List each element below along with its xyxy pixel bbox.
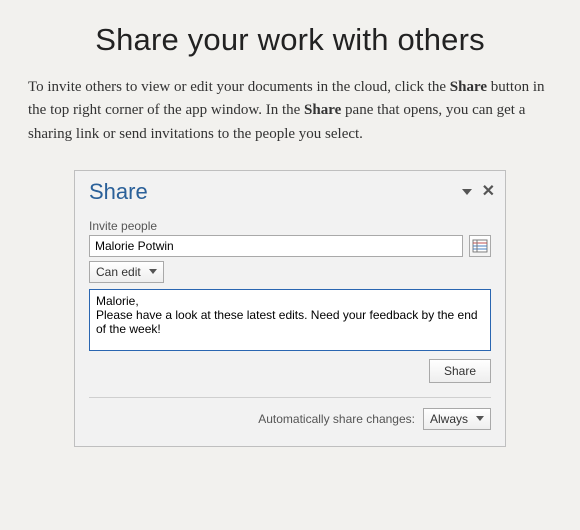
invite-name-input[interactable] <box>89 235 463 257</box>
page-heading: Share your work with others <box>0 22 580 58</box>
divider <box>89 397 491 398</box>
address-book-icon[interactable] <box>469 235 491 257</box>
share-pane: Share ✕ Invite people Can edit <box>74 170 506 447</box>
pane-menu-icon[interactable] <box>462 189 472 195</box>
permission-value: Can edit <box>96 265 141 279</box>
invite-people-label: Invite people <box>89 219 491 233</box>
para-bold-share-1: Share <box>450 79 487 95</box>
auto-share-dropdown[interactable]: Always <box>423 408 491 430</box>
chevron-down-icon <box>149 269 157 274</box>
auto-share-value: Always <box>430 412 468 426</box>
share-pane-title: Share <box>89 179 462 205</box>
share-button[interactable]: Share <box>429 359 491 383</box>
intro-paragraph: To invite others to view or edit your do… <box>28 76 552 146</box>
auto-share-label: Automatically share changes: <box>258 412 415 426</box>
message-textarea[interactable]: Malorie, Please have a look at these lat… <box>89 289 491 351</box>
para-prefix: To invite others to view or edit your do… <box>28 79 450 95</box>
chevron-down-icon <box>476 416 484 421</box>
close-icon[interactable]: ✕ <box>482 184 495 200</box>
permission-dropdown[interactable]: Can edit <box>89 261 164 283</box>
share-pane-header: Share ✕ <box>75 171 505 211</box>
para-bold-share-2: Share <box>304 102 341 118</box>
